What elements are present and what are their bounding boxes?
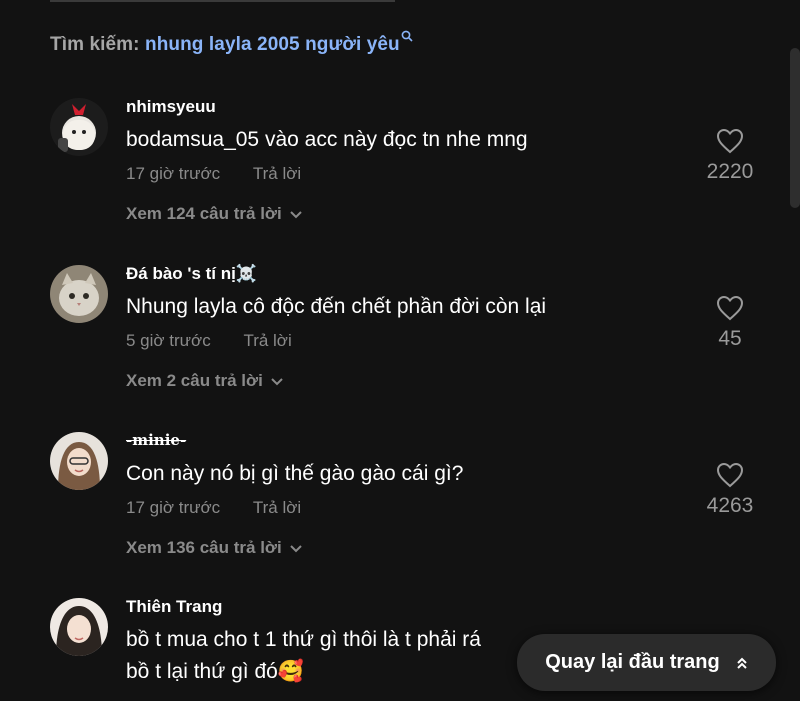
- comment-username[interactable]: -minie-: [126, 431, 186, 449]
- avatar[interactable]: [50, 98, 108, 156]
- comment-username[interactable]: Thiên Trang: [126, 597, 222, 617]
- search-header: Tìm kiếm: nhung layla 2005 người yêu: [50, 30, 413, 56]
- comment-text: bodamsua_05 vào acc này đọc tn nhe mng: [126, 128, 528, 151]
- search-label: Tìm kiếm:: [50, 34, 140, 55]
- double-chevron-up-icon: [737, 657, 747, 669]
- chevron-down-icon: [290, 544, 302, 552]
- back-to-top-label: Quay lại đầu trang: [545, 651, 720, 673]
- comment-time: 17 giờ trước: [126, 164, 221, 183]
- view-replies-label: Xem 124 câu trả lời: [126, 204, 282, 223]
- comment-username[interactable]: nhimsyeuu: [126, 97, 216, 117]
- like-count: 2220: [706, 160, 754, 183]
- avatar[interactable]: [50, 432, 108, 490]
- like-count: 4263: [706, 494, 754, 517]
- like-count: 45: [718, 327, 742, 350]
- comments-panel: Tìm kiếm: nhung layla 2005 người yêu nhi…: [0, 0, 800, 701]
- comment-meta: 17 giờ trước Trả lời: [126, 164, 301, 184]
- divider: [50, 0, 395, 2]
- view-replies-button[interactable]: Xem 136 câu trả lời: [126, 538, 302, 558]
- heart-icon[interactable]: [716, 462, 744, 488]
- search-icon: [401, 26, 413, 48]
- view-replies-label: Xem 136 câu trả lời: [126, 538, 282, 557]
- comment-text-line: bồ t lại thứ gì đó🥰: [126, 660, 304, 683]
- back-to-top-button[interactable]: Quay lại đầu trang: [517, 634, 776, 691]
- comment-text: Con này nó bị gì thế gào gào cái gì?: [126, 462, 464, 485]
- view-replies-button[interactable]: Xem 2 câu trả lời: [126, 371, 283, 391]
- chevron-down-icon: [271, 377, 283, 385]
- comment-text: Nhung layla cô độc đến chết phần đời còn…: [126, 295, 547, 318]
- comment-time: 17 giờ trước: [126, 498, 221, 517]
- comment-meta: 17 giờ trước Trả lời: [126, 498, 301, 518]
- comment-meta: 5 giờ trước Trả lời: [126, 331, 292, 351]
- search-query-link[interactable]: nhung layla 2005 người yêu: [145, 34, 400, 55]
- like-control: 2220: [690, 128, 770, 184]
- reply-button[interactable]: Trả lời: [253, 498, 301, 517]
- reply-button[interactable]: Trả lời: [243, 331, 291, 350]
- heart-icon[interactable]: [716, 295, 744, 321]
- scrollbar-thumb[interactable]: [790, 48, 800, 208]
- comment-text: bồ t mua cho t 1 thứ gì thôi là t phải r…: [126, 624, 481, 688]
- avatar[interactable]: [50, 598, 108, 656]
- avatar[interactable]: [50, 265, 108, 323]
- reply-button[interactable]: Trả lời: [253, 164, 301, 183]
- comment-time: 5 giờ trước: [126, 331, 211, 350]
- chevron-down-icon: [290, 210, 302, 218]
- like-control: 45: [690, 295, 770, 351]
- comment-text-line: bồ t mua cho t 1 thứ gì thôi là t phải r…: [126, 628, 481, 651]
- comment-username[interactable]: Đá bào 's tí nị☠️: [126, 264, 257, 284]
- like-control: 4263: [690, 462, 770, 518]
- view-replies-button[interactable]: Xem 124 câu trả lời: [126, 204, 302, 224]
- view-replies-label: Xem 2 câu trả lời: [126, 371, 263, 390]
- heart-icon[interactable]: [716, 128, 744, 154]
